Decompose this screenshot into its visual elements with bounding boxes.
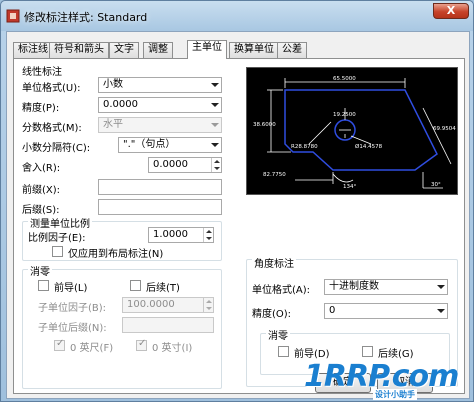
dim-left-label: 38.6000 bbox=[253, 122, 276, 128]
unit-format-value: 小数 bbox=[103, 79, 123, 90]
round-off-stepper[interactable]: 0.0000 bbox=[148, 157, 222, 173]
zero-suppression-title: 消零 bbox=[28, 263, 52, 278]
angle-right-label: 30° bbox=[431, 182, 441, 188]
leading-zero-label: 前导(L) bbox=[54, 283, 88, 294]
title-bar[interactable]: 修改标注样式: Standard X bbox=[1, 1, 473, 31]
prefix-label: 前缀(X): bbox=[22, 185, 61, 196]
dim-radius-label: R28.8780 bbox=[291, 144, 318, 150]
chevron-down-icon bbox=[437, 285, 445, 289]
suffix-input[interactable] bbox=[98, 199, 222, 215]
primary-units-panel: 线性标注 单位格式(U): 小数 精度(P): 0.0000 分数格式(M): … bbox=[13, 58, 465, 394]
measurement-scale-title: 测量单位比例 bbox=[28, 215, 92, 230]
arrow-up-icon bbox=[206, 230, 212, 233]
chevron-down-icon bbox=[211, 143, 219, 147]
stepper-buttons[interactable] bbox=[203, 228, 213, 242]
arrow-up-icon bbox=[214, 160, 220, 163]
tab-text[interactable]: 文字 bbox=[109, 42, 139, 58]
dim-bottom-label: 82.7750 bbox=[263, 172, 286, 178]
tab-tolerances[interactable]: 公差 bbox=[277, 42, 307, 58]
angular-unit-format-label: 单位格式(A): bbox=[252, 285, 311, 296]
angular-leading-checkbox[interactable] bbox=[278, 346, 289, 357]
tab-symbols-arrows[interactable]: 符号和箭头 bbox=[49, 42, 109, 58]
preview-drawing: 65.5000 38.6000 19.2500 69.9504 R28.8780… bbox=[253, 76, 456, 190]
precision-select[interactable]: 0.0000 bbox=[98, 97, 222, 113]
dim-right-label: 69.9504 bbox=[433, 126, 456, 132]
stepper-buttons bbox=[203, 298, 213, 312]
prefix-input[interactable] bbox=[98, 179, 222, 195]
sub-unit-suffix-label: 子单位后缀(N): bbox=[38, 323, 107, 334]
dim-top-label: 65.5000 bbox=[333, 76, 356, 82]
sub-unit-factor-value: 100.0000 bbox=[127, 299, 175, 310]
unit-format-select[interactable]: 小数 bbox=[98, 77, 222, 93]
angular-unit-format-select[interactable]: 十进制度数 bbox=[324, 279, 448, 295]
sub-unit-factor-stepper: 100.0000 bbox=[122, 297, 214, 313]
scale-factor-value: 1.0000 bbox=[153, 229, 188, 240]
unit-format-label: 单位格式(U): bbox=[22, 83, 81, 94]
angular-zero-title: 消零 bbox=[266, 327, 290, 342]
decimal-separator-label: 小数分隔符(C): bbox=[22, 143, 91, 154]
tab-primary-units[interactable]: 主单位 bbox=[187, 40, 227, 59]
angular-trailing-checkbox[interactable] bbox=[362, 346, 373, 357]
inches-label: 0 英寸(I) bbox=[152, 343, 193, 354]
dialog-client-area: 标注线 符号和箭头 文字 调整 主单位 换算单位 公差 线性标注 单位格式(U)… bbox=[6, 31, 470, 399]
angle-bottom-label: 134° bbox=[343, 184, 356, 190]
feet-label: 0 英尺(F) bbox=[70, 343, 114, 354]
close-button[interactable]: X bbox=[433, 3, 469, 19]
fraction-format-select: 水平 bbox=[98, 117, 222, 133]
watermark-subtitle: 设计小助手 bbox=[373, 389, 417, 400]
scale-factor-stepper[interactable]: 1.0000 bbox=[148, 227, 214, 243]
angular-trailing-label: 后续(G) bbox=[378, 349, 414, 360]
inches-checkbox bbox=[136, 338, 147, 351]
window-title: 修改标注样式: Standard bbox=[24, 11, 148, 24]
trailing-zero-label: 后续(T) bbox=[146, 283, 180, 294]
round-off-value: 0.0000 bbox=[153, 159, 188, 170]
tab-alternate-units[interactable]: 换算单位 bbox=[229, 42, 279, 58]
decimal-separator-value: "."（句点） bbox=[123, 139, 176, 150]
scale-factor-label: 比例因子(E): bbox=[28, 233, 86, 244]
leading-zero-checkbox[interactable] bbox=[38, 280, 49, 291]
angular-precision-select[interactable]: 0 bbox=[324, 303, 448, 319]
tab-fit[interactable]: 调整 bbox=[143, 42, 173, 58]
suffix-label: 后缀(S): bbox=[22, 205, 60, 216]
sub-unit-factor-label: 子单位因子(B): bbox=[38, 303, 107, 314]
feet-checkbox bbox=[54, 338, 65, 351]
arrow-down-icon bbox=[206, 307, 212, 310]
apply-layout-checkbox[interactable] bbox=[52, 246, 63, 257]
arrow-down-icon bbox=[206, 237, 212, 240]
chevron-down-icon bbox=[211, 83, 219, 87]
sub-unit-suffix-input bbox=[122, 317, 214, 333]
decimal-separator-select[interactable]: "."（句点） bbox=[118, 137, 222, 153]
precision-value: 0.0000 bbox=[103, 99, 138, 110]
trailing-zero-checkbox[interactable] bbox=[130, 280, 141, 291]
apply-layout-label: 仅应用到布局标注(N) bbox=[68, 249, 164, 260]
dim-arc-label: Ø14.4578 bbox=[355, 143, 383, 150]
dim-inner-label: 19.2500 bbox=[333, 112, 356, 118]
angular-section-title: 角度标注 bbox=[252, 255, 296, 270]
preview-part-outline bbox=[284, 89, 438, 171]
chevron-down-icon bbox=[211, 103, 219, 107]
chevron-down-icon bbox=[211, 123, 219, 127]
stepper-buttons[interactable] bbox=[211, 158, 221, 172]
fraction-format-value: 水平 bbox=[103, 119, 123, 130]
precision-label: 精度(P): bbox=[22, 103, 60, 114]
angular-unit-format-value: 十进制度数 bbox=[329, 281, 379, 292]
angular-precision-label: 精度(O): bbox=[252, 309, 292, 320]
tab-dimension-lines[interactable]: 标注线 bbox=[13, 42, 53, 58]
chevron-down-icon bbox=[437, 309, 445, 313]
round-off-label: 舍入(R): bbox=[22, 163, 61, 174]
angular-leading-label: 前导(D) bbox=[294, 349, 330, 360]
angular-precision-value: 0 bbox=[329, 305, 336, 316]
app-icon bbox=[6, 9, 20, 23]
dialog-window: 修改标注样式: Standard X 标注线 符号和箭头 文字 调整 主单位 换… bbox=[0, 0, 474, 402]
arrow-up-icon bbox=[206, 300, 212, 303]
preview-dimension-lines bbox=[267, 78, 452, 189]
preview-geometry bbox=[284, 89, 438, 171]
fraction-format-label: 分数格式(M): bbox=[22, 123, 82, 134]
dimension-preview: 65.5000 38.6000 19.2500 69.9504 R28.8780… bbox=[246, 67, 458, 195]
linear-section-title: 线性标注 bbox=[22, 67, 62, 78]
arrow-down-icon bbox=[214, 167, 220, 170]
